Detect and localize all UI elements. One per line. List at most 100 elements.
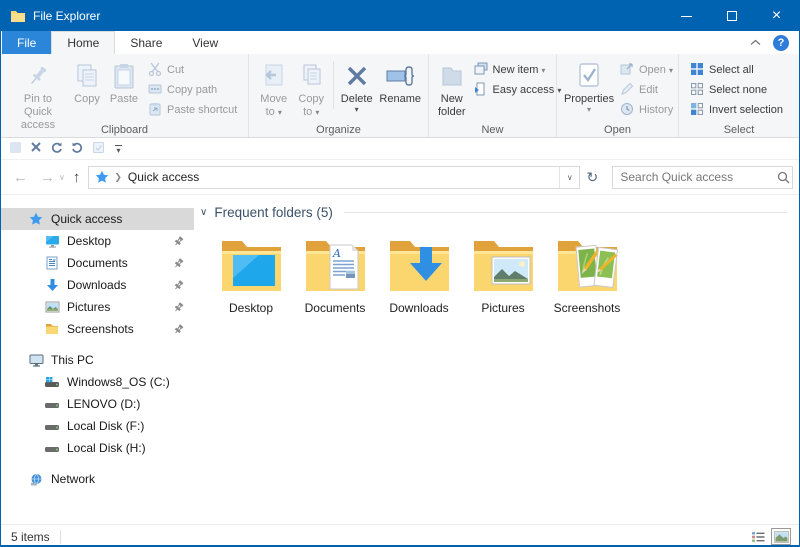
quick-access-star-icon [95, 170, 109, 184]
sidebar-item-downloads[interactable]: Downloads [1, 274, 194, 296]
status-divider [59, 529, 61, 544]
easy-access-button[interactable]: Easy access ▾ [469, 80, 567, 100]
forward-icon[interactable]: → [40, 169, 55, 186]
downloads-icon [44, 278, 60, 292]
sidebar-item-label: Pictures [67, 300, 111, 314]
sidebar-item-local-disk-f[interactable]: Local Disk (F:) [1, 415, 194, 437]
search-icon[interactable] [775, 171, 792, 184]
sidebar-item-quick-access[interactable]: Quick access [1, 208, 194, 230]
select-all-icon [690, 62, 704, 79]
collapse-ribbon-icon[interactable] [750, 39, 761, 46]
rename-button[interactable]: Rename [376, 57, 424, 108]
move-to-button[interactable]: Move to ▾ [255, 57, 292, 121]
new-item-button[interactable]: New item ▾ [469, 60, 567, 80]
new-folder-icon [439, 59, 465, 93]
copy-to-button[interactable]: Copy to ▾ [292, 57, 329, 121]
section-title: Frequent folders (5) [214, 205, 333, 220]
ribbon: Pin to Quick access Copy Paste Cut Copy … [1, 54, 799, 138]
search-input[interactable] [613, 170, 776, 184]
tile-downloads[interactable]: Downloads [377, 233, 461, 315]
pin-to-quick-access-button[interactable]: Pin to Quick access [7, 57, 69, 134]
tab-home[interactable]: Home [51, 31, 116, 54]
paste-shortcut-button[interactable]: Paste shortcut [143, 100, 242, 120]
tile-pictures[interactable]: Pictures [461, 233, 545, 315]
refresh-icon[interactable]: ↻ [580, 166, 604, 189]
dropdown-caret-icon: ▾ [668, 66, 673, 75]
select-none-icon [690, 82, 704, 99]
invert-selection-label: Invert selection [709, 104, 783, 116]
properties-qat-icon[interactable] [9, 141, 22, 157]
title-bar[interactable]: File Explorer × [1, 1, 799, 31]
open-button[interactable]: Open ▾ [615, 60, 678, 80]
close-button[interactable]: × [754, 1, 799, 31]
history-button[interactable]: History [615, 100, 678, 120]
details-view-icon[interactable] [748, 528, 768, 545]
new-folder-button[interactable]: New folder [435, 57, 469, 121]
search-box [612, 165, 794, 189]
sidebar-item-screenshots[interactable]: Screenshots [1, 318, 194, 340]
select-none-label: Select none [709, 84, 768, 96]
cut-button[interactable]: Cut [143, 60, 242, 80]
minimize-icon [681, 15, 692, 17]
invert-selection-button[interactable]: Invert selection [685, 100, 788, 120]
folder-icon [44, 323, 60, 335]
sidebar-item-label: This PC [51, 353, 94, 367]
sidebar-item-windows8-os-c[interactable]: Windows8_OS (C:) [1, 371, 194, 393]
sidebar-item-label: Screenshots [67, 322, 134, 336]
open-label: Open ▾ [639, 64, 673, 76]
address-dropdown-icon[interactable]: ∨ [559, 166, 579, 188]
breadcrumb-location[interactable]: Quick access [128, 170, 199, 184]
tile-screenshots[interactable]: Screenshots [545, 233, 629, 315]
rename-icon [385, 59, 415, 93]
sidebar-item-label: Local Disk (H:) [67, 441, 146, 455]
sidebar-item-network[interactable]: Network [1, 468, 194, 490]
delete-qat-icon[interactable] [30, 141, 42, 156]
select-all-button[interactable]: Select all [685, 60, 788, 80]
sidebar-item-lenovo-d[interactable]: LENOVO (D:) [1, 393, 194, 415]
redo-icon[interactable] [50, 141, 63, 157]
new-item-label: New item ▾ [492, 64, 546, 76]
tile-desktop[interactable]: Desktop [209, 233, 293, 315]
dropdown-caret-icon: ▾ [354, 105, 359, 114]
sidebar-item-desktop[interactable]: Desktop [1, 230, 194, 252]
edit-icon [620, 82, 634, 99]
recent-locations-caret-icon[interactable]: ∨ [59, 173, 65, 182]
tab-view[interactable]: View [177, 31, 233, 54]
ribbon-group-open: Properties ▾ Open ▾ Edit History Open [557, 54, 679, 137]
sidebar-item-label: Documents [67, 256, 128, 270]
sidebar-item-pictures[interactable]: Pictures [1, 296, 194, 318]
sidebar-item-documents[interactable]: Documents [1, 252, 194, 274]
thumbnail-view-icon[interactable] [771, 528, 791, 545]
tab-file[interactable]: File [2, 31, 52, 54]
undo-icon[interactable] [71, 141, 84, 157]
delete-icon [345, 59, 369, 93]
checkbox-qat-icon[interactable] [92, 141, 105, 157]
tab-share[interactable]: Share [115, 31, 177, 54]
section-header[interactable]: ∨ Frequent folders (5) [200, 205, 793, 220]
minimize-button[interactable] [664, 1, 709, 31]
sidebar-item-local-disk-h[interactable]: Local Disk (H:) [1, 437, 194, 459]
paste-button[interactable]: Paste [105, 57, 143, 108]
sidebar-item-label: Desktop [67, 234, 112, 248]
copy-path-button[interactable]: Copy path [143, 80, 242, 100]
copy-button[interactable]: Copy [69, 57, 105, 108]
maximize-button[interactable] [709, 1, 754, 31]
tile-documents[interactable]: A Documents [293, 233, 377, 315]
up-icon[interactable]: ↑ [73, 169, 81, 186]
address-bar[interactable]: ❯ Quick access ∨ [88, 165, 581, 189]
customize-qat-icon[interactable]: ▾ [115, 144, 122, 154]
history-label: History [639, 104, 674, 116]
properties-button[interactable]: Properties ▾ [563, 57, 615, 116]
copy-path-icon [148, 82, 162, 99]
sidebar-item-label: Windows8_OS (C:) [67, 375, 170, 389]
copy-label: Copy [74, 93, 100, 105]
easy-access-icon [474, 82, 488, 99]
edit-button[interactable]: Edit [615, 80, 678, 100]
help-icon[interactable]: ? [773, 34, 789, 51]
back-icon[interactable]: ← [13, 169, 28, 186]
pictures-folder-icon [470, 233, 536, 298]
select-none-button[interactable]: Select none [685, 80, 788, 100]
delete-button[interactable]: Delete ▾ [337, 57, 376, 116]
sidebar-item-this-pc[interactable]: This PC [1, 349, 194, 371]
dropdown-caret-icon: ▾ [586, 105, 591, 114]
